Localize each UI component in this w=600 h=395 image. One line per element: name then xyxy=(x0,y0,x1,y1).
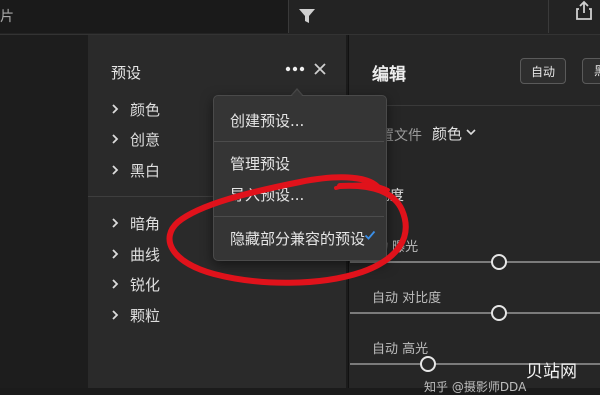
menu-item-manage-presets[interactable]: 管理预设 xyxy=(230,153,290,174)
toolbar-divider xyxy=(548,0,549,33)
menu-item-hide-partial[interactable]: 隐藏部分兼容的预设 xyxy=(230,228,365,249)
menu-item-import-presets[interactable]: 导入预设... xyxy=(230,184,304,205)
chevron-right-icon xyxy=(112,104,119,114)
slider-label-highlights: 自动 高光 xyxy=(372,342,429,357)
slider-knob-contrast[interactable] xyxy=(491,305,507,321)
chevron-right-icon xyxy=(112,134,119,144)
preset-tool-label: 暗角 xyxy=(130,214,161,233)
preset-group-label: 黑白 xyxy=(130,161,161,180)
chevron-down-icon[interactable] xyxy=(466,127,476,137)
preset-tool-vignette[interactable]: 暗角 xyxy=(110,212,160,234)
chevron-right-icon xyxy=(112,249,119,259)
close-icon[interactable] xyxy=(312,61,328,77)
bw-button[interactable]: 黑白 xyxy=(582,58,600,84)
preset-group-label: 颜色 xyxy=(130,100,161,119)
profile-dropdown[interactable]: 颜色 xyxy=(432,123,462,144)
chevron-right-icon xyxy=(112,310,119,320)
menu-arrow-fill xyxy=(291,90,303,97)
filmstrip-area xyxy=(0,35,88,388)
menu-separator xyxy=(214,141,384,142)
presets-title: 预设 xyxy=(111,64,142,82)
preset-tool-label: 锐化 xyxy=(130,275,161,294)
slider-track-contrast[interactable] xyxy=(350,312,600,314)
menu-separator xyxy=(214,216,384,217)
more-options-icon[interactable] xyxy=(284,62,306,76)
slider-knob-highlights[interactable] xyxy=(420,356,436,372)
auto-button[interactable]: 自动 xyxy=(520,58,566,84)
preset-tool-grain[interactable]: 颗粒 xyxy=(110,304,160,326)
preset-tool-curve[interactable]: 曲线 xyxy=(110,243,160,265)
chevron-right-icon xyxy=(112,218,119,228)
preset-tool-label: 曲线 xyxy=(130,245,161,264)
preset-tool-label: 颗粒 xyxy=(130,306,161,325)
slider-knob-exposure[interactable] xyxy=(491,254,507,270)
preset-group-creative[interactable]: 创意 xyxy=(110,128,160,150)
edit-title: 编辑 xyxy=(372,65,406,85)
preset-tool-sharpen[interactable]: 锐化 xyxy=(110,273,160,295)
search-field[interactable]: 照片 xyxy=(0,0,289,33)
checkmark-icon xyxy=(364,230,376,240)
slider-track-exposure[interactable] xyxy=(350,261,600,263)
filter-icon[interactable] xyxy=(296,5,318,27)
chevron-right-icon xyxy=(112,165,119,175)
slider-label-contrast: 自动 对比度 xyxy=(372,291,442,306)
search-field-text: 照片 xyxy=(0,9,14,25)
preset-group-color[interactable]: 颜色 xyxy=(110,98,160,120)
preset-group-bw[interactable]: 黑白 xyxy=(110,159,160,181)
preset-group-label: 创意 xyxy=(130,130,161,149)
watermark-logo: 贝站网 xyxy=(526,362,577,382)
menu-item-create-preset[interactable]: 创建预设... xyxy=(230,110,304,131)
chevron-right-icon xyxy=(112,279,119,289)
watermark-credit: 知乎 @摄影师DDA xyxy=(424,380,527,394)
share-icon[interactable] xyxy=(573,0,595,22)
